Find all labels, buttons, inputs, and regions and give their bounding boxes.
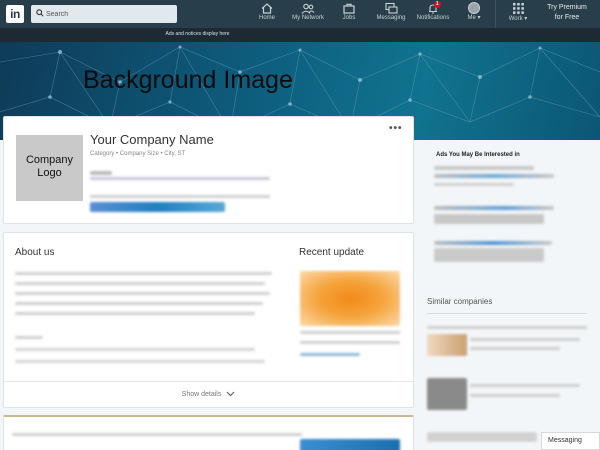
blurred-link[interactable] [300, 353, 360, 356]
similar-companies-title: Similar companies [427, 297, 493, 306]
blurred-text [15, 360, 265, 363]
similar-company-blurred[interactable] [470, 394, 560, 397]
messaging-tab[interactable]: Messaging [541, 432, 600, 450]
home-icon [261, 3, 273, 14]
search-icon [36, 9, 44, 17]
blurred-text [15, 348, 255, 351]
premium-line-2: for Free [554, 14, 580, 21]
try-premium-link[interactable]: Try Premium for Free [540, 3, 594, 23]
ad-item-blurred[interactable] [434, 241, 552, 245]
top-nav: in Home My Network Jobs Messagi [0, 0, 600, 28]
hero-title: Background Image [83, 66, 293, 94]
ads-notice-bar: Ads and notices display here [0, 28, 600, 42]
ad-item-blurred[interactable] [434, 183, 514, 186]
jobs-icon [343, 3, 355, 14]
nav-label: Me ▾ [467, 15, 481, 21]
ad-item-blurred[interactable] [434, 174, 554, 178]
update-thumbnail[interactable] [300, 271, 400, 326]
logo-line-1: Company [25, 154, 74, 166]
blurred-text [15, 302, 263, 305]
follow-button-blurred[interactable] [90, 202, 225, 212]
messaging-icon [384, 2, 398, 14]
nav-home[interactable]: Home [256, 2, 278, 27]
blurred-text [15, 312, 255, 315]
ad-item-blurred[interactable] [434, 166, 534, 170]
nav-label: Notifications [416, 15, 450, 21]
nav-label: Jobs [342, 15, 356, 21]
show-details-label: Show details [181, 391, 222, 398]
ads-rail-title: Ads You May Be Interested in [436, 152, 520, 158]
nav-messaging[interactable]: Messaging [373, 2, 409, 27]
blurred-text [15, 272, 272, 275]
about-card: About us Recent update Show details [3, 232, 414, 408]
avatar [468, 2, 480, 14]
ad-item-blurred[interactable] [434, 206, 554, 210]
company-logo: Company Logo [16, 135, 83, 201]
blurred-text [15, 292, 270, 295]
search-box[interactable] [31, 5, 177, 23]
show-details-button[interactable]: Show details [4, 381, 413, 407]
logo-line-2: Logo [37, 167, 62, 179]
nav-label: Home [258, 15, 275, 21]
blurred-image [300, 439, 400, 450]
recent-update-title: Recent update [299, 247, 365, 258]
blurred-text [15, 336, 43, 339]
company-name: Your Company Name [90, 132, 214, 147]
similar-company-blurred[interactable] [427, 432, 537, 442]
premium-line-1: Try Premium [547, 4, 587, 11]
blurred-text [90, 171, 112, 175]
nav-jobs[interactable]: Jobs [339, 2, 359, 27]
blurred-text [300, 341, 400, 344]
bottom-card [3, 415, 414, 450]
chevron-down-icon [226, 391, 235, 397]
blurred-text [90, 195, 270, 198]
nav-divider [495, 0, 496, 28]
notification-badge: 1 [433, 1, 441, 8]
similar-company-logo[interactable] [427, 378, 467, 410]
blurred-text [300, 331, 400, 334]
ads-notice-text: Ads and notices display here [165, 31, 230, 37]
network-icon [301, 3, 315, 14]
similar-company-blurred[interactable] [427, 326, 587, 329]
similar-company-blurred[interactable] [470, 338, 580, 341]
nav-label: Messaging [376, 15, 406, 21]
nav-label: Work ▾ [508, 16, 528, 22]
blurred-link[interactable] [90, 177, 270, 180]
grid-icon [512, 3, 524, 14]
ad-item-blurred[interactable] [434, 214, 544, 224]
company-card: Company Logo Your Company Name Category … [3, 116, 414, 224]
company-meta: Category • Company Size • City, ST [90, 151, 186, 157]
about-title: About us [15, 247, 55, 258]
linkedin-logo[interactable]: in [6, 5, 24, 23]
more-options-icon[interactable]: ••• [389, 123, 403, 134]
nav-label: My Network [292, 15, 324, 21]
similar-company-blurred[interactable] [470, 384, 580, 387]
rail-divider [427, 313, 587, 314]
nav-my-network[interactable]: My Network [289, 2, 327, 27]
nav-work[interactable]: Work ▾ [506, 2, 530, 27]
blurred-text [12, 433, 302, 436]
nav-me[interactable]: Me ▾ [463, 2, 485, 27]
similar-company-logo[interactable] [427, 334, 467, 356]
search-input[interactable] [46, 7, 171, 21]
ad-item-blurred[interactable] [434, 248, 544, 262]
similar-company-blurred[interactable] [470, 347, 560, 350]
nav-notifications[interactable]: 1 Notifications [413, 1, 453, 27]
blurred-text [15, 282, 265, 285]
